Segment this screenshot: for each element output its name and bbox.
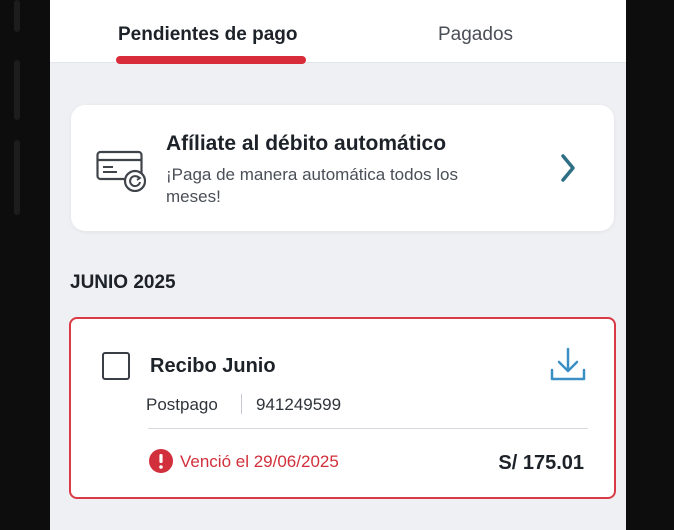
promo-title: Afíliate al débito automático — [166, 132, 447, 155]
phone-volume-down-button — [14, 140, 20, 215]
bill-select-checkbox[interactable] — [102, 352, 130, 380]
bill-plan-type: Postpago — [146, 395, 218, 414]
credit-card-autopay-icon — [96, 150, 147, 197]
month-section-title: JUNIO 2025 — [70, 272, 176, 293]
chevron-right-icon[interactable] — [559, 153, 577, 188]
promo-description: ¡Paga de manera automática todos los mes… — [166, 165, 459, 206]
active-tab-indicator — [116, 56, 306, 64]
phone-frame-right — [626, 0, 674, 530]
phone-side-button — [14, 0, 20, 32]
bill-phone-number: 941249599 — [256, 395, 342, 414]
phone-volume-up-button — [14, 60, 20, 120]
bill-divider — [148, 428, 588, 429]
phone-frame-left — [0, 0, 50, 530]
autopay-promo-card[interactable]: Afíliate al débito automático ¡Paga de m… — [71, 105, 614, 231]
bill-card[interactable]: Recibo Junio Postpago 941249599 Venció e… — [69, 317, 616, 499]
alert-circle-icon — [148, 448, 174, 479]
app-screen: Pendientes de pago Pagados Afíliate al d… — [50, 0, 626, 530]
download-icon[interactable] — [548, 345, 588, 390]
tab-pending[interactable]: Pendientes de pago — [118, 24, 297, 46]
bill-info-separator — [241, 394, 242, 414]
bill-due-status: Venció el 29/06/2025 — [180, 452, 339, 471]
bill-title: Recibo Junio — [150, 355, 276, 377]
tab-bar: Pendientes de pago Pagados — [50, 0, 626, 64]
tab-paid[interactable]: Pagados — [438, 24, 513, 46]
bill-amount: S/ 175.01 — [498, 452, 584, 474]
